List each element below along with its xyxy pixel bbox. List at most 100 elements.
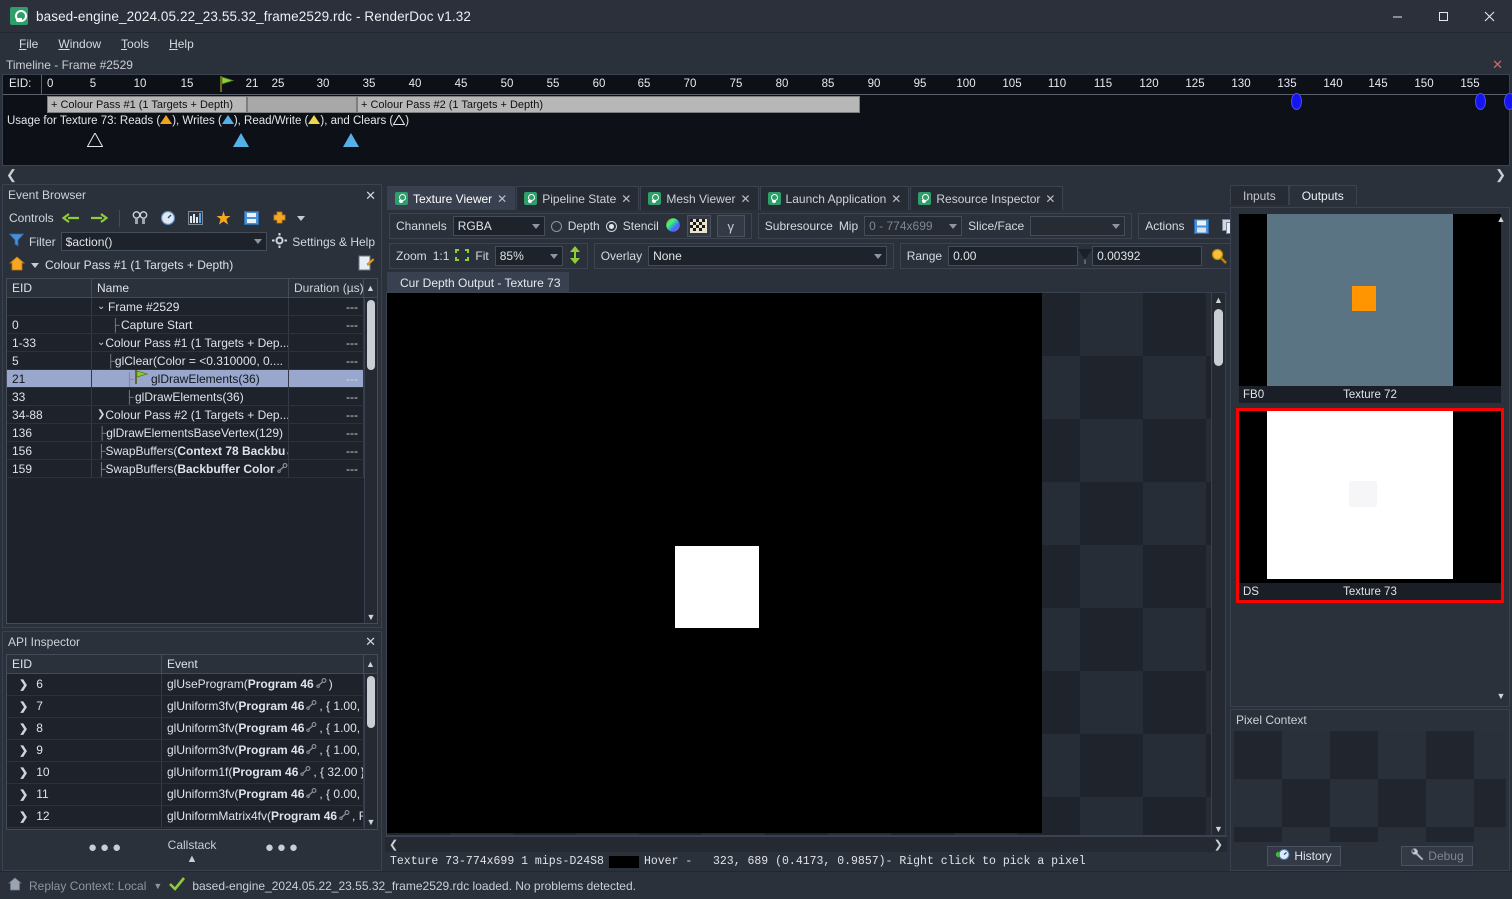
range-max-input[interactable]: 0.00392	[1092, 246, 1203, 266]
thumbnail-fb0[interactable]: FB0 Texture 72	[1239, 214, 1501, 403]
chevron-right-icon[interactable]: ❯	[19, 700, 28, 713]
list-item[interactable]: ❯8glUniform3fv(Program 46, { 1.00, 1	[7, 717, 364, 740]
chevron-down-icon[interactable]: ⌄	[97, 301, 108, 312]
menu-window[interactable]: Window	[49, 35, 110, 53]
texture-scroll-down-icon[interactable]: ▼	[1212, 822, 1225, 835]
api-program-link[interactable]: Program 46	[238, 787, 304, 801]
event-browser-close-icon[interactable]: ✕	[365, 189, 376, 202]
thumbnails-scrollbar[interactable]: ▲ ▼	[1494, 212, 1508, 702]
save-texture-icon[interactable]	[1191, 216, 1213, 236]
breadcrumb[interactable]: Colour Pass #1 (1 Targets + Depth)	[45, 258, 233, 272]
list-item[interactable]: ❯9glUniform3fv(Program 46, { 1.00, 1	[7, 739, 364, 762]
table-row[interactable]: 0 ├ Capture Start ---	[7, 316, 364, 334]
tab-texture-viewer[interactable]: Texture Viewer ✕	[387, 186, 516, 210]
tab-pipeline-state[interactable]: Pipeline State ✕	[516, 186, 640, 210]
edit-notes-icon[interactable]	[358, 255, 375, 275]
resource-link-icon[interactable]	[276, 462, 288, 476]
list-item[interactable]: ❯ 11 glUniform3fv(Program 46 , { 0.00, 0	[7, 783, 364, 806]
texture-hscrollbar[interactable]: ❮ ❯	[385, 836, 1227, 852]
texture-canvas[interactable]	[387, 293, 1211, 835]
texture-vscroll-thumb[interactable]	[1214, 309, 1223, 366]
home-icon[interactable]	[8, 256, 26, 274]
tab-close-icon[interactable]: ✕	[497, 192, 507, 206]
table-row[interactable]: 136 ├ glDrawElementsBaseVertex(129) ---	[7, 424, 364, 442]
tab-resource-inspector[interactable]: Resource Inspector ✕	[910, 186, 1064, 210]
resource-link-icon[interactable]	[306, 743, 317, 757]
tab-close-icon[interactable]: ✕	[1045, 192, 1055, 206]
timeline-pass-gap[interactable]	[247, 96, 357, 113]
api-col-event[interactable]: Event	[162, 654, 364, 673]
chevron-right-icon[interactable]: ❯	[97, 409, 105, 420]
checkerboard-toggle-button[interactable]	[686, 215, 711, 237]
col-duration[interactable]: Duration (µs)	[289, 279, 364, 297]
chevron-right-icon[interactable]: ❯	[19, 766, 28, 779]
filter-input[interactable]: $action()	[60, 232, 268, 251]
api-col-eid[interactable]: EID	[7, 654, 162, 673]
timeline-scroll-left-icon[interactable]: ❮	[6, 167, 17, 183]
usage-marker-write-2[interactable]	[343, 133, 359, 147]
tab-outputs[interactable]: Outputs	[1288, 185, 1357, 205]
tab-mesh-viewer[interactable]: Mesh Viewer ✕	[640, 186, 759, 210]
table-row[interactable]: 159 ├ SwapBuffers(Backbuffer Color ---	[7, 460, 364, 478]
slice-face-select[interactable]	[1030, 216, 1126, 236]
timeline-scroll-right-icon[interactable]: ❯	[1495, 167, 1506, 183]
timeline-close-icon[interactable]: ✕	[1489, 58, 1506, 71]
api-program-link[interactable]: Program 46	[238, 721, 304, 735]
fit-label[interactable]: Fit	[475, 249, 488, 263]
timeline-marker-159[interactable]	[1504, 93, 1512, 110]
settings-help-label[interactable]: Settings & Help	[292, 235, 375, 249]
chevron-down-icon[interactable]	[949, 224, 958, 229]
tab-close-icon[interactable]: ✕	[621, 192, 631, 206]
callstack-left-dots[interactable]: ●●●	[88, 839, 124, 856]
zoom-range-icon[interactable]	[1208, 246, 1230, 266]
range-slider-knob-left[interactable]	[1078, 248, 1093, 260]
table-row[interactable]: 156 ├ SwapBuffers(Context 78 Backbu ---	[7, 442, 364, 460]
resource-link-icon[interactable]	[306, 787, 317, 801]
gear-icon[interactable]	[272, 232, 288, 251]
event-browser-scrollbar[interactable]: ▼	[364, 298, 377, 623]
thumbnails-scroll-down-icon[interactable]: ▼	[1494, 689, 1508, 702]
bookmark-star-icon[interactable]	[213, 208, 235, 228]
api-program-link[interactable]: Program 46	[248, 677, 314, 691]
range-min-input[interactable]: 0.00	[948, 246, 1079, 266]
mip-select[interactable]: 0 - 774x699	[864, 216, 963, 236]
table-row[interactable]: 5 ├ glClear(Color = <0.310000, 0.... ---	[7, 352, 364, 370]
thumbnail-ds[interactable]: DS Texture 73	[1236, 408, 1504, 603]
chevron-right-icon[interactable]: ❯	[19, 722, 28, 735]
api-program-link[interactable]: Program 46	[232, 765, 298, 779]
usage-marker-write-1[interactable]	[233, 133, 249, 147]
timeline-pass-2[interactable]: + Colour Pass #2 (1 Targets + Depth)	[357, 96, 860, 113]
timing-icon[interactable]	[157, 208, 179, 228]
timeline-pass-1[interactable]: + Colour Pass #1 (1 Targets + Depth)	[47, 96, 247, 113]
chevron-right-icon[interactable]: ❯	[19, 678, 28, 691]
resource-link-icon[interactable]	[300, 765, 311, 779]
api-program-link[interactable]: Program 46	[238, 743, 304, 757]
previous-action-icon[interactable]	[60, 208, 82, 228]
zoom-select[interactable]: 85%	[494, 246, 563, 266]
add-extension-icon[interactable]	[269, 208, 291, 228]
chevron-right-icon[interactable]: ❯	[19, 744, 28, 757]
color-wheel-icon[interactable]	[664, 216, 681, 236]
scroll-down-icon[interactable]: ▼	[365, 610, 377, 623]
debug-button[interactable]: Debug	[1401, 846, 1473, 866]
callstack-right-dots[interactable]: ●●●	[265, 839, 301, 856]
chevron-down-icon[interactable]	[254, 239, 263, 244]
menu-file[interactable]: File	[10, 35, 47, 53]
callstack-expand-icon[interactable]: ▲	[187, 853, 198, 865]
resource-link-icon[interactable]	[306, 699, 317, 713]
zoom-1-1-button[interactable]: 1:1	[433, 249, 450, 263]
col-name[interactable]: Name	[92, 279, 289, 297]
breadcrumb-dropdown-icon[interactable]	[31, 262, 39, 268]
gamma-toggle-button[interactable]: γ	[716, 215, 745, 237]
close-icon[interactable]	[1466, 0, 1512, 33]
row-resource-name[interactable]: Context 78 Backbu	[177, 444, 285, 458]
row-resource-name[interactable]: Backbuffer Color	[177, 462, 274, 476]
table-row[interactable]: ⌄ Frame #2529 ---	[7, 298, 364, 316]
find-event-icon[interactable]	[129, 208, 151, 228]
menu-tools[interactable]: Tools	[112, 35, 158, 53]
chevron-down-icon[interactable]	[531, 224, 540, 229]
chevron-down-icon[interactable]: ⌄	[97, 337, 105, 348]
list-item[interactable]: ❯7glUniform3fv(Program 46, { 1.00, 1	[7, 695, 364, 718]
list-item[interactable]: ❯ 12 glUniformMatrix4fv(Program 46 , Fal	[7, 805, 364, 828]
scrollbar-thumb[interactable]	[367, 300, 375, 370]
